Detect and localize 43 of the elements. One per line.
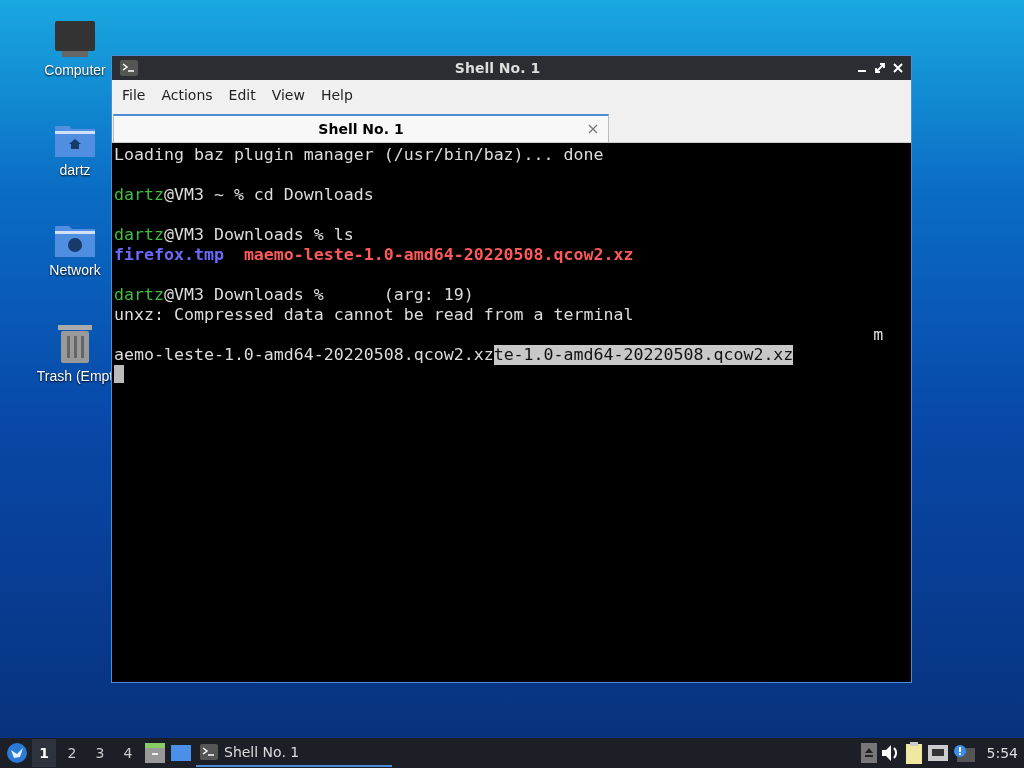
terminal-text: @VM3 ~ % cd Downloads — [163, 185, 374, 205]
eject-icon[interactable] — [860, 743, 877, 763]
menu-item[interactable]: File — [114, 87, 154, 103]
terminal-text: m — [873, 325, 884, 345]
file-cabinet-icon[interactable] — [144, 743, 166, 763]
clock: 5:54 — [986, 745, 1018, 761]
menu-item[interactable]: Help — [312, 87, 361, 103]
terminal-text: @VM3 Downloads % — [163, 285, 324, 305]
terminal-text: dartz — [114, 285, 164, 305]
menu-item[interactable]: Actions — [153, 87, 221, 103]
terminal-text: te-1.0-amd64-20220508.qcow2.xz — [493, 345, 794, 365]
terminal-text: (arg: 19) — [383, 285, 474, 305]
wired-network-icon[interactable] — [926, 744, 949, 762]
taskbar-task[interactable]: Shell No. 1 — [196, 739, 392, 767]
close-icon[interactable] — [893, 63, 903, 73]
text-cursor — [114, 365, 124, 383]
terminal-text: firefox.tmp — [114, 245, 224, 265]
terminal-text: unxz: Compressed data cannot be read from a terminal — [114, 305, 634, 325]
terminal-icon — [200, 744, 218, 760]
menu-item[interactable]: Edit — [220, 87, 264, 103]
workspace-button[interactable]: 2 — [60, 739, 84, 767]
notification-icon[interactable] — [952, 744, 975, 762]
desktop-icon-label[interactable]: Network — [49, 262, 101, 278]
terminal-text: dartz — [114, 225, 164, 245]
terminal-text: dartz — [114, 185, 164, 205]
workspace-button[interactable]: 4 — [116, 739, 140, 767]
tab[interactable]: Shell No. 1 — [113, 114, 609, 142]
workspace-button[interactable]: 1 — [32, 739, 56, 767]
terminal-text: aemo-leste-1.0-amd64-20220508.qcow2.xz — [114, 345, 494, 365]
terminal-icon — [120, 60, 138, 76]
terminal-text: @VM3 Downloads % ls — [163, 225, 354, 245]
terminal-text: maemo-leste-1.0-amd64-20220508.qcow2.xz — [243, 245, 634, 265]
clipboard-icon[interactable] — [904, 742, 923, 764]
monitor-icon — [54, 20, 96, 58]
desktop-icon[interactable] — [170, 744, 192, 762]
menu-item[interactable]: View — [263, 87, 313, 103]
restore-icon[interactable] — [875, 63, 885, 73]
workspace-button[interactable]: 3 — [88, 739, 112, 767]
trash-icon — [57, 322, 93, 364]
desktop-icon-label[interactable]: dartz — [59, 162, 91, 178]
window-title: Shell No. 1 — [453, 60, 542, 76]
terminal-text: Loading baz plugin manager (/usr/bin/baz)... done — [114, 145, 604, 165]
close-tab-icon[interactable] — [588, 124, 598, 134]
